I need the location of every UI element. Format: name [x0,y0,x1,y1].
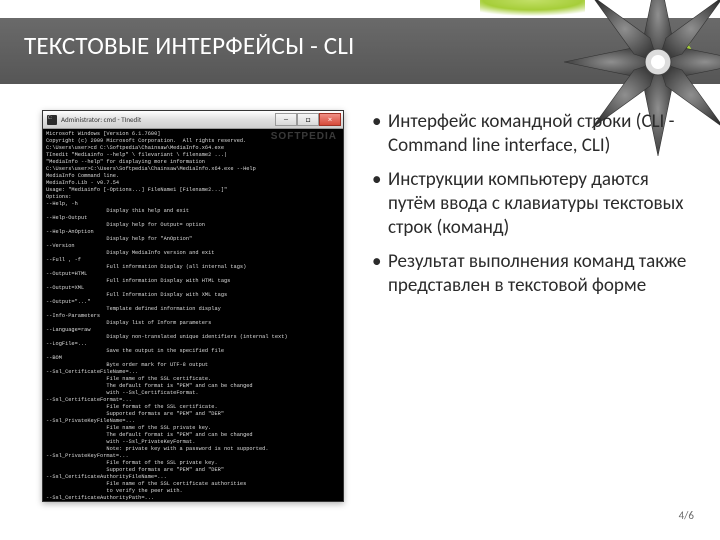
bullet-item: Инструкции компьютеру даются путём ввода… [368,168,692,240]
terminal-line: with --Ssl_PrivateKeyFormat. [46,439,340,446]
terminal-line: Supported formats are "PEM" and "DER" [46,411,340,418]
terminal-line: --BOM [46,355,340,362]
terminal-line: --Version [46,243,340,250]
terminal-line: C:\Users\user>C:\Users\Softpedia\Chainsa… [46,166,340,173]
terminal-line: Full information Display with HTML tags [46,278,340,285]
terminal-line: Options: [46,194,340,201]
terminal-line: File name of the SSL private key. [46,425,340,432]
terminal-line: Display MediaInfo version and exit [46,250,340,257]
close-button[interactable]: × [319,113,341,126]
terminal-line: File name of the SSL certificate. [46,376,340,383]
terminal-line: --Full , -f [46,257,340,264]
terminal-line: Display this help and exit [46,208,340,215]
terminal-line: "MediaInfo --help" for displaying more i… [46,159,340,166]
terminal-line: The default format is "PEM" and can be c… [46,383,340,390]
terminal-line: MediaInfo.Lib - v0.7.54 [46,180,340,187]
titlebar-left: Administrator: cmd - TInedit [47,115,141,125]
watermark-text: SOFTPEDIA [271,131,337,142]
terminal-body: SOFTPEDIA Microsoft Windows [Version 6.1… [43,129,343,501]
terminal-line: --Ssl_CertificateAuthorityFileName=... [46,474,340,481]
bullet-list: Интерфейс командной строки (CLI - Comman… [368,110,692,308]
terminal-line: The default format is "PEM" and can be c… [46,432,340,439]
terminal-line: --Help-AnOption [46,229,340,236]
terminal-line: Byte order mark for UTF-8 output [46,362,340,369]
terminal-line: --Info-Parameters [46,313,340,320]
terminal-line: --Language=raw [46,327,340,334]
terminal-line: --LogFile=... [46,341,340,348]
terminal-line: Display non-translated unique identifier… [46,334,340,341]
terminal-line: Full Information Display with XML tags [46,292,340,299]
terminal-line: --Help-Output [46,215,340,222]
page-number: 4/6 [679,509,694,522]
terminal-window: Administrator: cmd - TInedit ─ □ × SOFTP… [42,110,344,502]
terminal-line: --Output=XML [46,285,340,292]
terminal-line: --Help, -h [46,201,340,208]
terminal-line: --Ssl_PrivateKeyFileName=... [46,418,340,425]
terminal-line: Display list of Inform parameters [46,320,340,327]
slide-title: ТЕКСТОВЫЕ ИНТЕРФЕЙСЫ - CLI [24,30,355,61]
maximize-button[interactable]: □ [297,113,319,126]
terminal-line: File format of the SSL private key. [46,460,340,467]
terminal-line: File name of the SSL certificate authori… [46,481,340,488]
terminal-line: Display help for "AnOption" [46,236,340,243]
terminal-line: Display help for Output= option [46,222,340,229]
terminal-line: Save the output in the specified file [46,348,340,355]
bullet-item: Результат выполнения команд также предст… [368,250,692,298]
minimize-button[interactable]: ─ [275,113,297,126]
terminal-line: Supported formats are "PEM" and "DER" [46,467,340,474]
terminal-line: --Output="..." [46,299,340,306]
slide: ТЕКСТОВЫЕ ИНТЕРФЕЙСЫ - CLI КРОК [0,0,720,540]
terminal-line: to verify the peer with. [46,488,340,495]
window-buttons: ─ □ × [275,113,341,126]
terminal-line: Note: private key with a password is not… [46,446,340,453]
terminal-line: --Output=HTML [46,271,340,278]
terminal-line: File format of the SSL certificate. [46,404,340,411]
terminal-line: --Ssl_PrivateKeyFormat=... [46,453,340,460]
terminal-line: Template defined information display [46,306,340,313]
terminal-line: C:\Users\user>cd C:\Softpedia\Chainsaw\M… [46,145,340,152]
terminal-line: --Ssl_CertificateFileName=... [46,369,340,376]
bullet-item: Интерфейс командной строки (CLI - Comman… [368,110,692,158]
terminal-line: Usage: "Mediainfo [-Options...] FileName… [46,187,340,194]
window-titlebar: Administrator: cmd - TInedit ─ □ × [43,111,343,129]
window-title-text: Administrator: cmd - TInedit [61,115,141,125]
terminal-line: Full information Display (all internal t… [46,264,340,271]
terminal-line: --Ssl_CertificateAuthorityPath=... [46,495,340,501]
terminal-line: --Ssl_CertificateFormat=... [46,397,340,404]
terminal-line: with --Ssl_CertificateFormat. [46,390,340,397]
cmd-app-icon [47,115,57,125]
terminal-line: MediaInfo Command line. [46,173,340,180]
terminal-line: TInedit "Mediainfo --help" \ filevariant… [46,152,340,159]
